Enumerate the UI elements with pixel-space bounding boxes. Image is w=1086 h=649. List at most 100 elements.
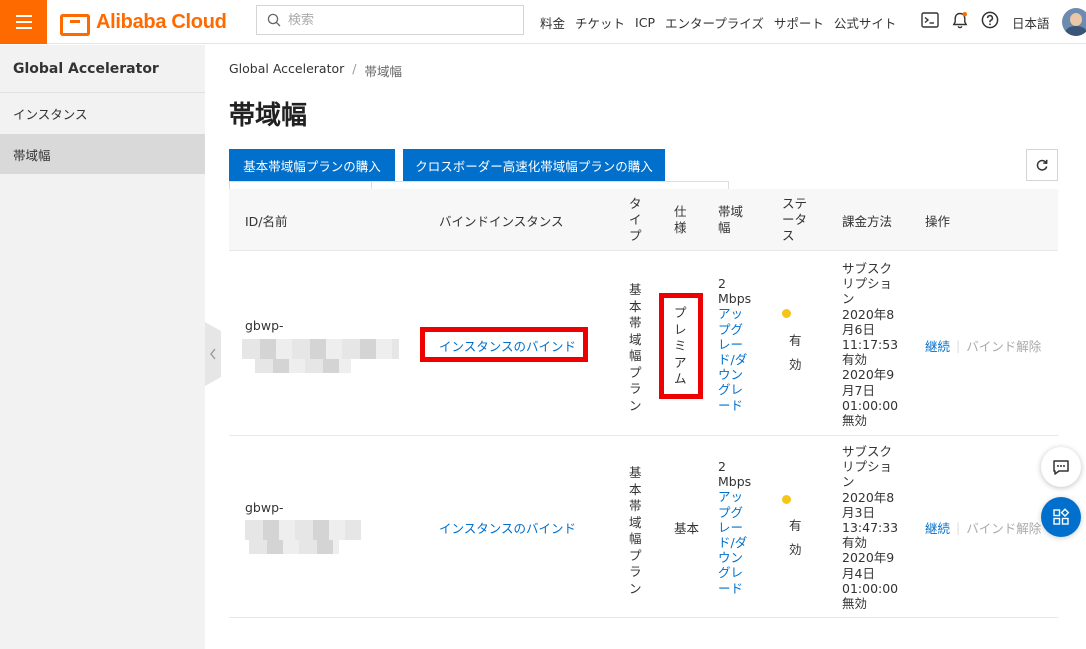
upgrade-line: アッ [718, 306, 744, 322]
header-type-line: プ [629, 228, 642, 243]
breadcrumb: Global Accelerator / 帯域幅 [229, 61, 402, 80]
billing-line: 2020年9 [842, 367, 895, 383]
billing-line: 11:17:53 [842, 337, 899, 353]
type-char: 基 [629, 282, 642, 297]
breadcrumb-root[interactable]: Global Accelerator [229, 61, 344, 80]
billing-line: 無効 [842, 596, 868, 612]
redacted-id [245, 520, 361, 540]
upgrade-line: プグ [718, 504, 744, 520]
type-char: プ [629, 364, 642, 380]
type-char: 本 [629, 481, 642, 497]
billing-line: 2020年8 [842, 489, 895, 505]
top-nav: 料金 チケット ICP エンタープライズ サポート 公式サイト [540, 0, 906, 44]
header-billing: 課金方法 [842, 213, 893, 229]
row-id-prefix: gbwp- [245, 500, 284, 515]
type-char: 本 [629, 298, 642, 314]
upgrade-line: レー [718, 519, 744, 535]
top-icons [920, 10, 1010, 30]
refresh-button[interactable] [1026, 149, 1058, 181]
nav-support[interactable]: サポート [774, 13, 824, 32]
row-id-prefix: gbwp- [245, 318, 284, 333]
header-status-line: ータ [782, 212, 808, 227]
nav-pricing[interactable]: 料金 [540, 13, 565, 32]
type-char: 幅 [629, 531, 642, 546]
renew-link[interactable]: 継続 [925, 336, 950, 355]
upgrade-line: プグ [718, 321, 744, 337]
header-spec-line: 様 [674, 220, 687, 235]
table-row: gbwp- インスタンスのバインド 基 本 帯 域 幅 プ ラ ン 基本 2 M… [229, 436, 1058, 618]
type-char: 帯 [629, 315, 642, 330]
upgrade-line: ウン [718, 367, 744, 383]
header-status-line: ステ [782, 196, 808, 211]
refresh-icon [1036, 159, 1048, 171]
help-icon[interactable] [980, 10, 1000, 30]
header-spec-line: 仕 [674, 204, 687, 219]
header-bandwidth-line: 帯域 [718, 204, 744, 219]
sidebar-item-instances[interactable]: インスタンス [0, 93, 205, 134]
spec-char: ム [674, 371, 687, 386]
billing-line: 2020年9 [842, 550, 895, 566]
bandwidth-unit: Mbps [718, 474, 752, 490]
type-cell: 基 本 帯 域 幅 プ ラ ン [629, 282, 642, 414]
status-warning-icon [782, 309, 791, 318]
unbind-link[interactable]: バインド解除 [966, 518, 1041, 537]
bell-icon[interactable] [950, 10, 970, 30]
sidebar-item-bandwidth[interactable]: 帯域幅 [0, 134, 205, 174]
nav-official-site[interactable]: 公式サイト [834, 13, 897, 32]
unbind-link[interactable]: バインド解除 [966, 336, 1041, 355]
status-cell: 有 効 [789, 329, 802, 377]
upgrade-line: ド/ダ [718, 352, 748, 368]
language-selector[interactable]: 日本語 [1012, 13, 1050, 32]
sidebar-collapse-handle[interactable] [205, 322, 221, 386]
breadcrumb-separator: / [352, 61, 357, 76]
chat-icon [1053, 460, 1069, 475]
bind-instance-link[interactable]: インスタンスのバインド [439, 518, 576, 537]
upgrade-line: ード [718, 580, 744, 596]
type-char: 域 [629, 331, 642, 347]
buy-basic-bandwidth-button[interactable]: 基本帯域幅プランの購入 [229, 149, 395, 181]
type-char: ン [629, 580, 642, 596]
bandwidth-value: 2 [718, 276, 726, 291]
status-char: 効 [789, 542, 802, 557]
status-warning-icon [782, 495, 791, 504]
renew-link[interactable]: 継続 [925, 518, 950, 537]
buy-cross-border-bandwidth-button[interactable]: クロスボーダー高速化帯域幅プランの購入 [403, 149, 665, 181]
upgrade-downgrade-link[interactable]: アッ プグ レー ド/ダ ウン グレ ード [718, 306, 751, 412]
spec-char: ア [674, 354, 687, 370]
billing-line: 月3日 [842, 504, 875, 520]
type-cell: 基 本 帯 域 幅 プ ラ ン [629, 465, 642, 597]
billing-line: サブスク [842, 261, 893, 276]
billing-line: 13:47:33 [842, 520, 899, 536]
search-input[interactable] [288, 12, 508, 28]
search-box[interactable] [256, 5, 524, 35]
table-row: gbwp- インスタンスのバインド 基 本 帯 域 幅 プ ラ ン プ レ ミ … [229, 251, 1058, 436]
bandwidth-table: ID/名前 バインドインスタンス タ イ プ 仕 様 帯域 幅 ステ ータ ス … [229, 189, 1058, 618]
menu-button[interactable] [0, 0, 47, 44]
upgrade-line: グレ [718, 382, 744, 398]
terminal-icon[interactable] [920, 10, 940, 30]
billing-cell: サブスク リプショ ン 2020年8 月3日 13:47:33 有効 2020年… [842, 444, 898, 611]
spec-cell: 基本 [674, 521, 700, 536]
header-bandwidth-line: 幅 [718, 220, 731, 235]
alibaba-cloud-logo[interactable]: Alibaba Cloud [60, 10, 227, 36]
upgrade-line: ウン [718, 550, 744, 566]
apps-button[interactable] [1041, 497, 1081, 537]
user-avatar[interactable] [1062, 8, 1086, 36]
bind-instance-link[interactable]: インスタンスのバインド [439, 336, 576, 355]
redacted-name [249, 540, 339, 554]
upgrade-line: ド/ダ [718, 535, 748, 551]
type-char: ラ [629, 381, 642, 396]
nav-enterprise[interactable]: エンタープライズ [665, 13, 764, 32]
status-char: 効 [789, 357, 802, 372]
upgrade-downgrade-link[interactable]: アッ プグ レー ド/ダ ウン グレ ード [718, 489, 751, 595]
header-status-line: ス [782, 228, 795, 243]
billing-line: 月7日 [842, 382, 875, 398]
nav-tickets[interactable]: チケット [575, 13, 625, 32]
chat-button[interactable] [1041, 447, 1081, 487]
billing-line: 月6日 [842, 321, 875, 337]
billing-line: 2020年8 [842, 306, 895, 322]
chevron-left-icon [210, 348, 216, 360]
spec-char: プ [674, 305, 687, 320]
nav-icp[interactable]: ICP [635, 15, 655, 30]
type-char: 帯 [629, 498, 642, 513]
